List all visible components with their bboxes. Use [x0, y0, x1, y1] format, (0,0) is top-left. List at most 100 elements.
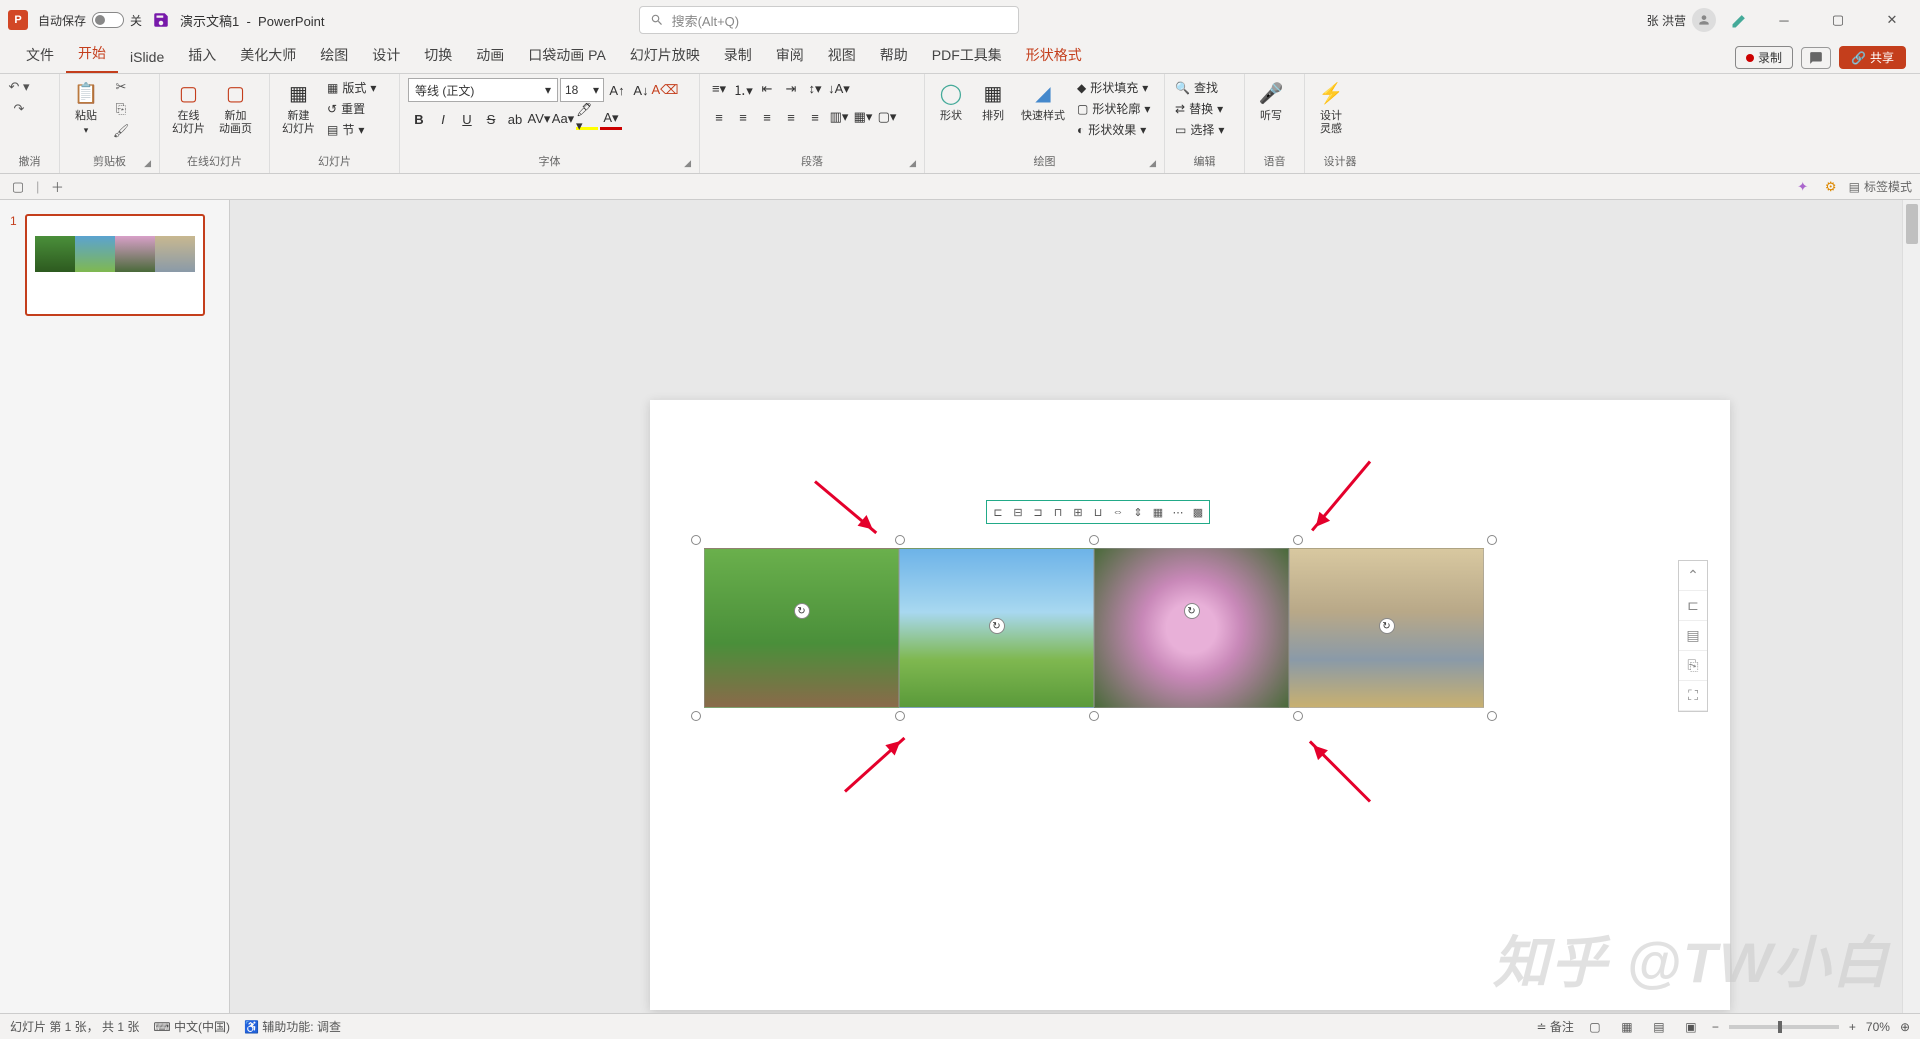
- online-slide-button[interactable]: ▢在线 幻灯片: [168, 78, 209, 138]
- smartart-button[interactable]: ▢▾: [876, 106, 898, 128]
- new-anim-button[interactable]: ▢新加 动画页: [215, 78, 256, 138]
- designer-button[interactable]: ⚡设计 灵感: [1313, 78, 1349, 138]
- rotate-handle-icon[interactable]: ↻: [794, 603, 810, 619]
- font-name-combo[interactable]: 等线 (正文)▾: [408, 78, 558, 102]
- image-4[interactable]: ↻: [1289, 548, 1484, 708]
- distribute-button[interactable]: ≡: [804, 106, 826, 128]
- font-color-button[interactable]: A▾: [600, 108, 622, 130]
- dialog-launcher-icon[interactable]: ◢: [1149, 158, 1156, 169]
- minimize-button[interactable]: ─: [1764, 5, 1804, 35]
- highlight-button[interactable]: 🖊▾: [576, 108, 598, 130]
- record-button[interactable]: 录制: [1735, 46, 1793, 69]
- align-middle-icon[interactable]: ⊞: [1069, 503, 1087, 521]
- tab-slideshow[interactable]: 幻灯片放映: [618, 39, 712, 73]
- slideshow-view-button[interactable]: ▣: [1680, 1018, 1702, 1036]
- side-btn-2[interactable]: ⊏: [1679, 591, 1707, 621]
- columns-button[interactable]: ▥▾: [828, 106, 850, 128]
- shape-fill-button[interactable]: ◆ 形状填充 ▾: [1075, 78, 1152, 97]
- text-direction-button[interactable]: ↓A▾: [828, 78, 850, 100]
- side-btn-4[interactable]: ⎘: [1679, 651, 1707, 681]
- sec-add-button[interactable]: ＋: [47, 177, 67, 197]
- new-slide-button[interactable]: ▦新建 幻灯片: [278, 78, 319, 138]
- cut-button[interactable]: ✂: [110, 78, 132, 96]
- line-spacing-button[interactable]: ↕▾: [804, 78, 826, 100]
- tab-beautify[interactable]: 美化大师: [228, 39, 308, 73]
- search-input[interactable]: 搜索(Alt+Q): [639, 6, 1019, 34]
- notes-button[interactable]: ≐ 备注: [1536, 1018, 1573, 1035]
- align-text-button[interactable]: ▦▾: [852, 106, 874, 128]
- bold-button[interactable]: B: [408, 108, 430, 130]
- numbering-button[interactable]: ⒈▾: [732, 78, 754, 100]
- dialog-launcher-icon[interactable]: ◢: [684, 158, 691, 169]
- replace-button[interactable]: ⇄ 替换 ▾: [1173, 99, 1226, 118]
- shadow-button[interactable]: ab: [504, 108, 526, 130]
- side-btn-5[interactable]: ⛶: [1679, 681, 1707, 711]
- comments-button[interactable]: [1801, 47, 1831, 69]
- font-size-combo[interactable]: 18▾: [560, 78, 604, 102]
- align-grid-icon[interactable]: ▩: [1189, 503, 1207, 521]
- tab-view[interactable]: 视图: [816, 39, 868, 73]
- normal-view-button[interactable]: ▢: [1584, 1018, 1606, 1036]
- toggle-icon[interactable]: [92, 12, 124, 28]
- italic-button[interactable]: I: [432, 108, 454, 130]
- shape-outline-button[interactable]: ▢ 形状轮廓 ▾: [1075, 99, 1152, 118]
- bullets-button[interactable]: ≡▾: [708, 78, 730, 100]
- align-e-icon[interactable]: ▦: [1149, 503, 1167, 521]
- underline-button[interactable]: U: [456, 108, 478, 130]
- rotate-handle-icon[interactable]: ↻: [1379, 618, 1395, 634]
- tab-pocket[interactable]: 口袋动画 PA: [516, 39, 618, 73]
- lang-indicator[interactable]: ⌨ 中文(中国): [153, 1018, 230, 1035]
- format-painter-button[interactable]: 🖌: [110, 122, 132, 140]
- reading-view-button[interactable]: ▤: [1648, 1018, 1670, 1036]
- decrease-font-button[interactable]: A↓: [630, 79, 652, 101]
- close-button[interactable]: ✕: [1872, 5, 1912, 35]
- layout-button[interactable]: ▦ 版式 ▾: [325, 78, 378, 97]
- zoom-level[interactable]: 70%: [1866, 1020, 1890, 1034]
- increase-indent-button[interactable]: ⇥: [780, 78, 802, 100]
- tab-file[interactable]: 文件: [14, 39, 66, 73]
- shapes-button[interactable]: ◯形状: [933, 78, 969, 125]
- tab-drawing[interactable]: 绘图: [308, 39, 360, 73]
- side-btn-1[interactable]: ⌃: [1679, 561, 1707, 591]
- copy-button[interactable]: ⎘: [110, 100, 132, 118]
- dictate-button[interactable]: 🎤听写: [1253, 78, 1289, 125]
- tab-home[interactable]: 开始: [66, 37, 118, 73]
- share-button[interactable]: 🔗 共享: [1839, 46, 1906, 69]
- accessibility-status[interactable]: ♿ 辅助功能: 调查: [244, 1018, 341, 1035]
- tab-animation[interactable]: 动画: [464, 39, 516, 73]
- tab-insert[interactable]: 插入: [176, 39, 228, 73]
- quickstyle-button[interactable]: ◢快速样式: [1017, 78, 1069, 125]
- image-2[interactable]: ↻: [899, 548, 1094, 708]
- strike-button[interactable]: S: [480, 108, 502, 130]
- selected-images[interactable]: ↻ ↻ ↻ ↻: [704, 548, 1484, 708]
- vertical-scrollbar[interactable]: [1902, 200, 1920, 1013]
- pen-icon[interactable]: [1730, 10, 1750, 30]
- tab-design[interactable]: 设计: [360, 39, 412, 73]
- align-top-icon[interactable]: ⊓: [1049, 503, 1067, 521]
- zoom-slider[interactable]: [1729, 1025, 1839, 1029]
- dialog-launcher-icon[interactable]: ◢: [144, 158, 151, 169]
- redo-button[interactable]: ↷: [8, 100, 30, 118]
- tab-transition[interactable]: 切换: [412, 39, 464, 73]
- align-center-h-icon[interactable]: ⊟: [1009, 503, 1027, 521]
- change-case-button[interactable]: Aa▾: [552, 108, 574, 130]
- clear-format-button[interactable]: A⌫: [654, 79, 676, 101]
- save-icon[interactable]: [152, 11, 170, 29]
- sec-icon-1[interactable]: ▢: [8, 177, 28, 197]
- rotate-handle-icon[interactable]: ↻: [1184, 603, 1200, 619]
- zoom-out-button[interactable]: −: [1712, 1020, 1719, 1034]
- align-right-button[interactable]: ≡: [756, 106, 778, 128]
- sec-tool-1[interactable]: ✦: [1793, 177, 1813, 197]
- tab-review[interactable]: 审阅: [764, 39, 816, 73]
- align-right-icon[interactable]: ⊐: [1029, 503, 1047, 521]
- increase-font-button[interactable]: A↑: [606, 79, 628, 101]
- align-bottom-icon[interactable]: ⊔: [1089, 503, 1107, 521]
- reset-button[interactable]: ↺ 重置: [325, 99, 378, 118]
- image-1[interactable]: ↻: [704, 548, 899, 708]
- align-left-icon[interactable]: ⊏: [989, 503, 1007, 521]
- dialog-launcher-icon[interactable]: ◢: [909, 158, 916, 169]
- char-spacing-button[interactable]: AV▾: [528, 108, 550, 130]
- arrange-button[interactable]: ▦排列: [975, 78, 1011, 125]
- side-btn-3[interactable]: ▤: [1679, 621, 1707, 651]
- slide-editor[interactable]: ⊏ ⊟ ⊐ ⊓ ⊞ ⊔ ⇔ ⇕ ▦ ⋯ ▩ ↻: [230, 200, 1920, 1013]
